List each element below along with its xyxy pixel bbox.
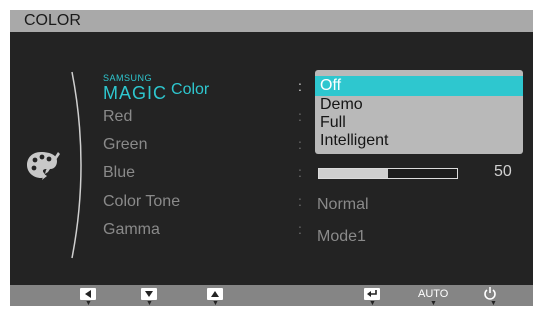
down-arrow-icon[interactable]	[141, 288, 157, 300]
separator: :	[298, 108, 302, 124]
button-pointer: ▼	[146, 300, 153, 307]
menu-item-color-tone[interactable]: Color Tone	[103, 190, 180, 214]
blue-slider-fill	[319, 169, 388, 178]
button-pointer: ▼	[430, 300, 437, 307]
dropdown-option-full[interactable]: Full	[315, 114, 523, 132]
separator: :	[298, 164, 302, 180]
dropdown-option-off[interactable]: Off	[315, 76, 523, 96]
up-arrow-icon[interactable]	[207, 288, 223, 300]
button-pointer: ▼	[212, 300, 219, 307]
menu-item-red[interactable]: Red	[103, 105, 132, 129]
osd-window: COLOR SAMSUNG MAGIC Color Red Green Blue…	[10, 10, 533, 306]
button-pointer: ▼	[369, 300, 376, 307]
menu-item-label: Color	[171, 81, 210, 98]
color-dropdown[interactable]: Off Demo Full Intelligent	[315, 70, 523, 154]
menu-item-label: Color Tone	[103, 193, 181, 210]
separator: :	[298, 193, 302, 209]
menu-item-label: Blue	[103, 164, 136, 181]
separator: :	[298, 136, 302, 152]
dropdown-option-demo[interactable]: Demo	[315, 96, 523, 114]
menu-item-gamma[interactable]: Gamma	[103, 218, 160, 242]
power-icon[interactable]	[483, 286, 497, 300]
menu-bracket	[71, 71, 82, 259]
menu-item-blue[interactable]: Blue	[103, 161, 135, 185]
menu-item-green[interactable]: Green	[103, 133, 147, 157]
dropdown-option-intelligent[interactable]: Intelligent	[315, 132, 523, 150]
palette-brush-icon	[27, 152, 60, 180]
menu-item-label: Red	[103, 108, 133, 125]
menu-title: COLOR	[24, 12, 81, 29]
menu-item-magic-color[interactable]: SAMSUNG MAGIC Color	[103, 74, 210, 103]
separator: :	[298, 78, 302, 94]
samsung-magic-logo: SAMSUNG MAGIC	[103, 73, 168, 103]
button-pointer: ▼	[85, 300, 92, 307]
title-bar: COLOR	[10, 10, 533, 32]
button-pointer: ▼	[490, 300, 497, 307]
color-tone-value: Normal	[317, 196, 369, 213]
left-arrow-icon[interactable]	[80, 288, 96, 300]
menu-item-label: Green	[103, 136, 148, 153]
menu-item-label: Gamma	[103, 221, 160, 238]
blue-value: 50	[494, 163, 512, 180]
blue-slider[interactable]	[318, 168, 458, 179]
gamma-value: Mode1	[317, 228, 366, 245]
auto-button[interactable]: AUTO	[418, 288, 448, 300]
enter-icon[interactable]	[364, 288, 380, 300]
separator: :	[298, 221, 302, 237]
